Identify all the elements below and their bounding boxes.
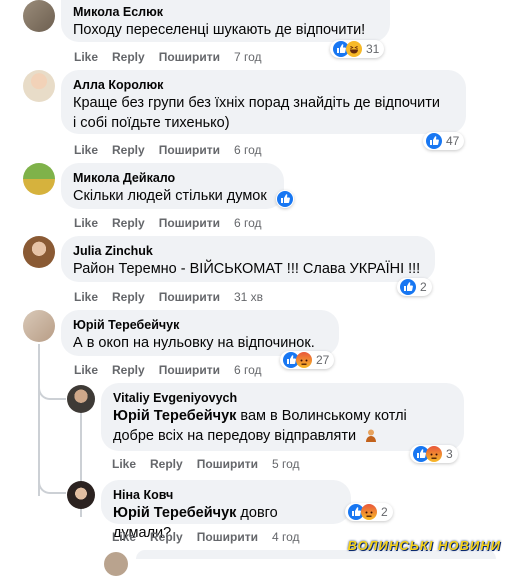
avatar[interactable] xyxy=(67,385,95,413)
like-reaction-icon xyxy=(400,279,416,295)
share-button[interactable]: Поширити xyxy=(159,290,220,304)
reply-text: вам в Волинському котлі xyxy=(236,408,407,424)
comment-text: Походу переселенці шукають де відпочити! xyxy=(73,22,366,38)
timestamp[interactable]: 4 год xyxy=(272,530,300,544)
comment-author[interactable]: Микола Еслюк xyxy=(73,4,378,20)
comment-bubble: Алла Королюк Краще без групи без їхніх п… xyxy=(61,70,466,134)
comment-actions: Like Reply Поширити 7 год xyxy=(74,50,262,64)
angry-reaction-icon xyxy=(361,504,377,520)
reaction-count: 3 xyxy=(446,447,453,461)
comment-bubble: Юрій Теребейчук А в окоп на нульовку на … xyxy=(61,310,339,356)
comment-author[interactable]: Алла Королюк xyxy=(73,77,454,93)
person-emoji-icon xyxy=(364,428,378,448)
timestamp[interactable]: 7 год xyxy=(234,50,262,64)
angry-reaction-icon xyxy=(296,352,312,368)
reply-author[interactable]: Ніна Ковч xyxy=(113,487,339,503)
like-button[interactable]: Like xyxy=(74,363,98,377)
comment-author[interactable]: Julia Zinchuk xyxy=(73,243,423,259)
reply-button[interactable]: Reply xyxy=(112,143,145,157)
comment-text: Скільки людей стільки думок xyxy=(73,188,267,204)
like-button[interactable]: Like xyxy=(74,290,98,304)
reply-author[interactable]: Vitaliy Evgeniyovych xyxy=(113,390,452,406)
avatar[interactable] xyxy=(67,481,95,509)
avatar[interactable] xyxy=(104,552,128,576)
reply-actions: Like Reply Поширити 5 год xyxy=(112,457,300,471)
mention-link[interactable]: Юрій Теребейчук xyxy=(113,505,236,521)
reply-bubble: Ніна Ковч Юрій Теребейчук довго думали? xyxy=(101,480,351,541)
comment-actions: Like Reply Поширити 6 год xyxy=(74,363,262,377)
avatar[interactable] xyxy=(23,236,55,268)
reply-text: добре всіх на передову відправляти xyxy=(113,428,357,444)
reply-connector xyxy=(38,470,66,494)
like-button[interactable]: Like xyxy=(74,50,98,64)
reaction-summary[interactable]: 47 xyxy=(423,132,465,150)
share-button[interactable]: Поширити xyxy=(197,530,258,544)
comment-bubble: Julia Zinchuk Район Теремно - ВІЙСЬКОМАТ… xyxy=(61,236,435,282)
reply-button[interactable]: Reply xyxy=(150,457,183,471)
like-button[interactable]: Like xyxy=(74,143,98,157)
comment-actions: Like Reply Поширити 6 год xyxy=(74,143,262,157)
reply-text-line: добре всіх на передову відправляти xyxy=(113,426,452,448)
comment-actions: Like Reply Поширити 31 хв xyxy=(74,290,263,304)
timestamp[interactable]: 31 хв xyxy=(234,290,263,304)
reply-button[interactable]: Reply xyxy=(112,50,145,64)
angry-reaction-icon xyxy=(426,446,442,462)
reaction-summary[interactable]: 2 xyxy=(397,278,432,296)
reply-button[interactable]: Reply xyxy=(112,363,145,377)
reaction-count: 31 xyxy=(366,42,380,56)
share-button[interactable]: Поширити xyxy=(159,216,220,230)
reply-text-line: Юрій Теребейчук вам в Волинському котлі xyxy=(113,406,452,426)
reaction-summary[interactable]: 2 xyxy=(345,503,393,521)
reaction-summary[interactable] xyxy=(276,190,294,208)
reaction-count: 47 xyxy=(446,134,460,148)
like-button[interactable]: Like xyxy=(112,530,136,544)
reply-actions: Like Reply Поширити 4 год xyxy=(112,530,300,544)
haha-reaction-icon xyxy=(346,41,362,57)
timestamp[interactable]: 6 год xyxy=(234,216,262,230)
comment-actions: Like Reply Поширити 6 год xyxy=(74,216,262,230)
comment-bubble: Микола Дейкало Скільки людей стільки дум… xyxy=(61,163,284,209)
reaction-summary[interactable]: 3 xyxy=(410,445,458,463)
timestamp[interactable]: 5 год xyxy=(272,457,300,471)
reply-button[interactable]: Reply xyxy=(150,530,183,544)
reaction-summary[interactable]: 31 xyxy=(330,40,385,58)
share-button[interactable]: Поширити xyxy=(159,143,220,157)
reply-bubble: Vitaliy Evgeniyovych Юрій Теребейчук вам… xyxy=(101,383,464,451)
comment-text: Район Теремно - ВІЙСЬКОМАТ !!! Слава УКР… xyxy=(73,261,421,277)
share-button[interactable]: Поширити xyxy=(159,50,220,64)
like-reaction-icon xyxy=(426,133,442,149)
share-button[interactable]: Поширити xyxy=(197,457,258,471)
like-reaction-icon xyxy=(277,191,293,207)
comment-author[interactable]: Юрій Теребейчук xyxy=(73,317,327,333)
comment-author[interactable]: Микола Дейкало xyxy=(73,170,272,186)
comment-text-line: і собі поїдьте тихенько) xyxy=(73,115,230,131)
reaction-count: 2 xyxy=(381,505,388,519)
reply-connector xyxy=(38,378,66,400)
watermark-logo: ВОЛИНСЬКІ НОВИНИ xyxy=(347,538,501,553)
comment-text-line: Краще без групи без їхніх порад знайдіть… xyxy=(73,95,440,111)
timestamp[interactable]: 6 год xyxy=(234,363,262,377)
avatar[interactable] xyxy=(23,0,55,32)
avatar[interactable] xyxy=(23,163,55,195)
reply-button[interactable]: Reply xyxy=(112,216,145,230)
comment-bubble: Микола Еслюк Походу переселенці шукають … xyxy=(61,0,390,42)
comment-text: А в окоп на нульовку на відпочинок. xyxy=(73,335,315,351)
reaction-count: 27 xyxy=(316,353,330,367)
avatar[interactable] xyxy=(23,70,55,102)
timestamp[interactable]: 6 год xyxy=(234,143,262,157)
reply-button[interactable]: Reply xyxy=(112,290,145,304)
reaction-summary[interactable]: 27 xyxy=(280,351,335,369)
avatar[interactable] xyxy=(23,310,55,342)
share-button[interactable]: Поширити xyxy=(159,363,220,377)
reaction-count: 2 xyxy=(420,280,427,294)
like-button[interactable]: Like xyxy=(74,216,98,230)
mention-link[interactable]: Юрій Теребейчук xyxy=(113,408,236,424)
like-button[interactable]: Like xyxy=(112,457,136,471)
